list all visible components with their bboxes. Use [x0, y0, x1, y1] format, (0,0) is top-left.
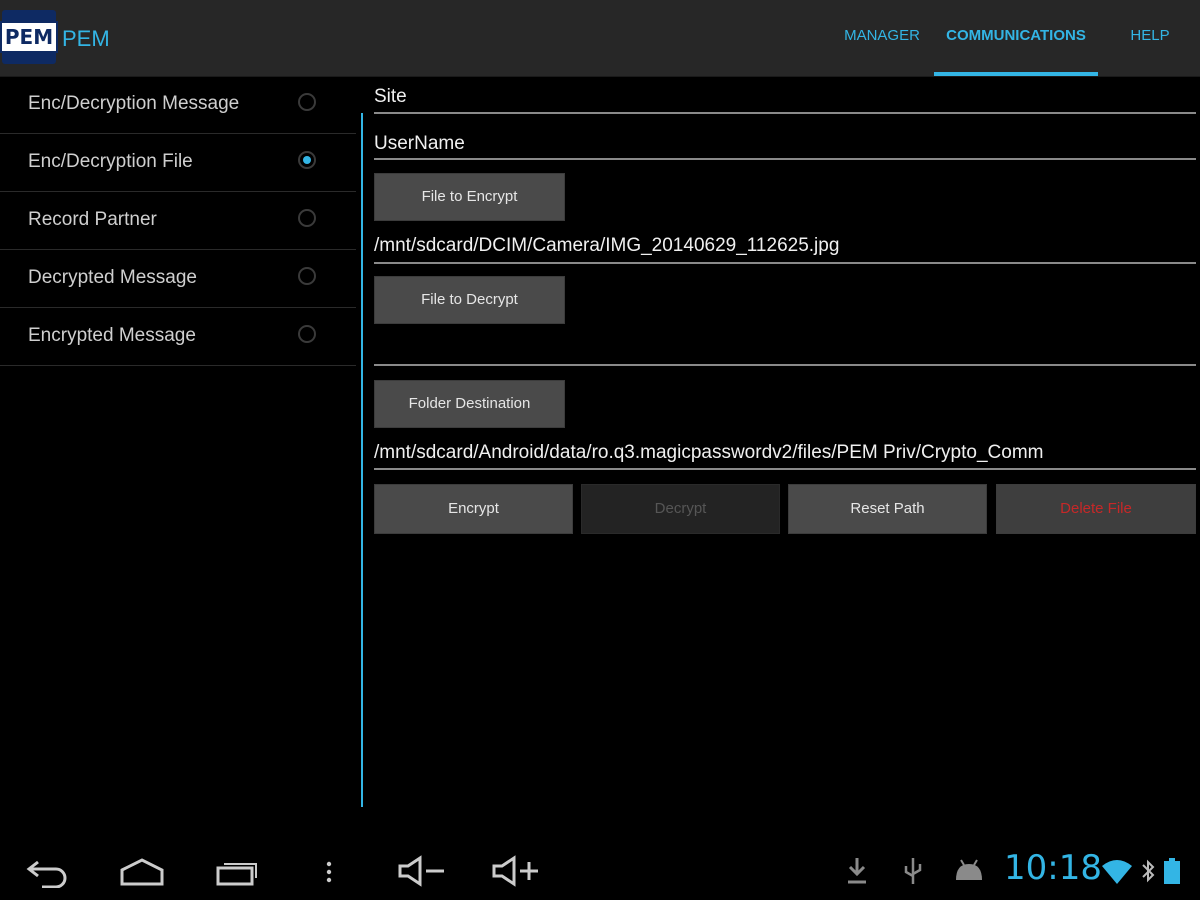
file-to-encrypt-button[interactable]: File to Encrypt: [374, 173, 565, 221]
decrypt-path-underline: [374, 364, 1196, 366]
pane-divider: [361, 113, 363, 807]
username-field[interactable]: UserName: [374, 133, 1196, 161]
sidebar-item-encrypted-message[interactable]: Encrypted Message: [0, 308, 356, 366]
logo-text: PEM: [0, 21, 59, 53]
tab-selected-indicator: [934, 72, 1098, 76]
sidebar-item-decrypted-message[interactable]: Decrypted Message: [0, 250, 356, 308]
android-debug-icon: [956, 859, 982, 880]
site-field[interactable]: Site: [374, 86, 1196, 114]
encrypt-button[interactable]: Encrypt: [374, 484, 573, 534]
radio-button[interactable]: [298, 325, 316, 343]
delete-file-button[interactable]: Delete File: [996, 484, 1196, 534]
volume-up-icon[interactable]: [490, 854, 542, 888]
action-bar: PEM PEM MANAGER COMMUNICATIONS HELP: [0, 0, 1200, 77]
app-title: PEM: [62, 26, 110, 51]
sidebar-item-record-partner[interactable]: Record Partner: [0, 192, 356, 250]
tab-help-label: HELP: [1130, 27, 1170, 44]
radio-button-checked[interactable]: [298, 151, 316, 169]
usb-icon: [904, 858, 922, 884]
destination-path-underline: [374, 468, 1196, 470]
site-underline: [374, 112, 1196, 114]
sidebar-item-label: Enc/Decryption Message: [28, 93, 240, 114]
site-label: Site: [374, 86, 407, 107]
status-clock: 10:18: [1004, 848, 1102, 888]
system-bar: 10:18: [0, 840, 1200, 900]
battery-icon: [1164, 858, 1180, 884]
sidebar-item-label: Record Partner: [28, 209, 157, 230]
tab-manager-label: MANAGER: [844, 27, 920, 44]
sidebar-item-label: Enc/Decryption File: [28, 151, 193, 172]
download-icon: [848, 858, 866, 884]
home-icon[interactable]: [118, 854, 166, 888]
back-icon[interactable]: [24, 854, 70, 888]
encrypt-path-field[interactable]: /mnt/sdcard/DCIM/Camera/IMG_20140629_112…: [374, 235, 1196, 265]
sidebar-item-enc-decryption-message[interactable]: Enc/Decryption Message: [0, 76, 356, 134]
app-logo-icon[interactable]: PEM: [0, 10, 59, 64]
sidebar-item-enc-decryption-file[interactable]: Enc/Decryption File: [0, 134, 356, 192]
sidebar-item-label: Encrypted Message: [28, 325, 196, 346]
destination-path-field[interactable]: /mnt/sdcard/Android/data/ro.q3.magicpass…: [374, 442, 1196, 472]
sidebar-item-label: Decrypted Message: [28, 267, 197, 288]
decrypt-button[interactable]: Decrypt: [581, 484, 780, 534]
radio-button[interactable]: [298, 93, 316, 111]
menu-icon[interactable]: [322, 854, 336, 888]
tab-communications[interactable]: COMMUNICATIONS: [934, 0, 1098, 76]
tab-communications-label: COMMUNICATIONS: [946, 27, 1086, 44]
recent-apps-icon[interactable]: [212, 854, 260, 888]
destination-path-text: /mnt/sdcard/Android/data/ro.q3.magicpass…: [374, 442, 1044, 463]
folder-destination-button[interactable]: Folder Destination: [374, 380, 565, 428]
encrypt-path-text: /mnt/sdcard/DCIM/Camera/IMG_20140629_112…: [374, 235, 840, 256]
bluetooth-icon: [1142, 859, 1155, 883]
tab-manager[interactable]: MANAGER: [836, 0, 928, 76]
radio-button[interactable]: [298, 267, 316, 285]
tab-help[interactable]: HELP: [1114, 0, 1186, 76]
encrypt-path-underline: [374, 262, 1196, 264]
sidebar: Enc/Decryption Message Enc/Decryption Fi…: [0, 76, 356, 366]
decrypt-path-field[interactable]: [374, 336, 1196, 366]
radio-button[interactable]: [298, 209, 316, 227]
username-underline: [374, 158, 1196, 160]
volume-down-icon[interactable]: [396, 854, 448, 888]
username-label: UserName: [374, 133, 465, 154]
wifi-icon: [1102, 860, 1132, 884]
file-to-decrypt-button[interactable]: File to Decrypt: [374, 276, 565, 324]
reset-path-button[interactable]: Reset Path: [788, 484, 987, 534]
